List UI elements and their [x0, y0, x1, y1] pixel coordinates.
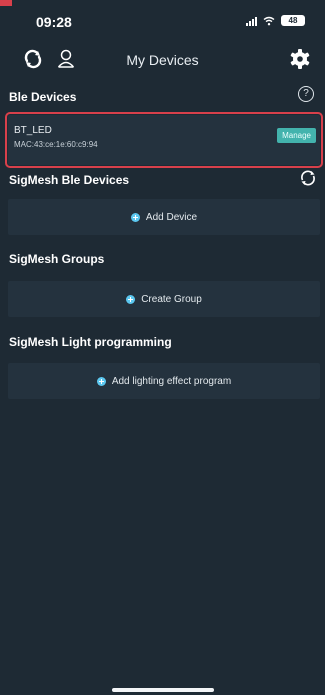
- add-device-button[interactable]: Add Device: [8, 199, 320, 235]
- create-group-button[interactable]: Create Group: [8, 281, 320, 317]
- add-device-label: Add Device: [145, 211, 198, 223]
- ble-device-card[interactable]: BT_LED MAC:43:ce:1e:60:c9:94 Manage: [5, 112, 323, 168]
- device-name: BT_LED: [14, 125, 52, 136]
- sync-icon[interactable]: [299, 169, 317, 192]
- sigmesh-devices-title: SigMesh Ble Devices: [9, 173, 130, 187]
- gear-icon[interactable]: [289, 48, 311, 75]
- status-bar: 09:28 48: [0, 0, 325, 40]
- app-header: My Devices: [0, 40, 325, 80]
- add-lighting-program-button[interactable]: Add lighting effect program: [8, 363, 320, 399]
- status-time: 09:28: [36, 14, 72, 30]
- sigmesh-light-title: SigMesh Light programming: [9, 335, 172, 349]
- help-icon[interactable]: ?: [298, 86, 314, 102]
- home-indicator: [112, 688, 214, 692]
- wifi-icon: [263, 16, 275, 25]
- page-title: My Devices: [126, 52, 199, 68]
- signal-icon: [246, 16, 257, 26]
- plus-circle-icon: [126, 294, 136, 304]
- plus-circle-icon: [130, 212, 140, 222]
- battery-icon: 48: [281, 15, 305, 26]
- create-group-label: Create Group: [141, 293, 202, 305]
- plus-circle-icon: [96, 376, 106, 386]
- ble-devices-title: Ble Devices: [9, 90, 77, 104]
- manage-button[interactable]: Manage: [277, 128, 316, 143]
- sigmesh-groups-title: SigMesh Groups: [9, 252, 105, 266]
- add-lighting-program-label: Add lighting effect program: [111, 375, 232, 387]
- device-mac: MAC:43:ce:1e:60:c9:94: [14, 140, 98, 149]
- status-indicators: 48: [246, 15, 305, 26]
